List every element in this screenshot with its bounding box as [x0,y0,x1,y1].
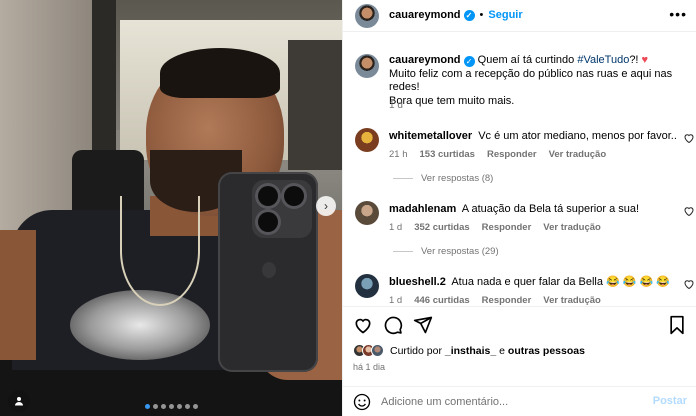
view-replies[interactable]: Ver respostas (8) [393,173,493,184]
add-comment-bar: Postar [343,386,696,416]
photo-phone-logo [262,262,276,278]
reply-button[interactable]: Responder [487,149,537,160]
photo-arm [0,230,36,360]
view-replies-label[interactable]: Ver respostas (29) [421,246,499,257]
bookmark-icon[interactable] [667,315,687,335]
reply-button[interactable]: Responder [482,295,532,306]
post-action-bar [343,306,696,342]
caption-text: ?! [629,54,642,66]
carousel-dot [185,404,190,409]
liked-by: Curtido por _insthais_ e outras pessoas [353,344,585,357]
heart-icon[interactable] [683,132,695,144]
comment-text: A atuação da Bela tá superior a sua! [461,203,640,215]
caption-text: Quem aí tá curtindo [477,54,578,66]
divider [393,178,413,179]
share-icon[interactable] [413,315,433,335]
translate-button[interactable]: Ver tradução [543,295,601,306]
heart-icon[interactable] [683,278,695,290]
verified-badge-icon: ✓ [463,9,475,21]
divider [393,251,413,252]
photo-phone-camera [252,180,312,238]
avatar[interactable] [355,274,379,298]
photo-shirt-print [70,290,210,360]
comment-username[interactable]: whitemetallover [389,130,472,142]
avatar[interactable] [355,128,379,152]
comment-username[interactable]: blueshell.2 [389,276,446,288]
carousel-dot [177,404,182,409]
hashtag-link[interactable]: #ValeTudo [577,54,629,66]
comment-text: Vc é um ator mediano, menos por favor.. [478,130,677,142]
carousel-next-button[interactable]: › [316,196,336,216]
translate-button[interactable]: Ver tradução [543,222,601,233]
heart-icon[interactable] [683,205,695,217]
comment-likes[interactable]: 153 curtidas [420,149,475,160]
post-photo[interactable]: › [0,0,342,416]
follow-button[interactable]: Seguir [488,9,522,21]
photo-necklace [120,196,200,306]
heart-emoji-icon: ♥ [641,54,649,66]
comment-icon[interactable] [383,315,403,335]
comment-time[interactable]: 21 h [389,149,408,160]
avatar[interactable] [355,54,379,78]
comment-likes[interactable]: 352 curtidas [414,222,469,233]
carousel-dot [145,404,150,409]
photo-hair [160,48,280,98]
comment-input[interactable] [381,393,631,411]
carousel-dot [153,404,158,409]
reply-button[interactable]: Responder [482,222,532,233]
avatar[interactable] [355,4,379,28]
chevron-right-icon: › [324,199,328,213]
comment-item: madahlenam A atuação da Bela tá superior… [343,201,696,241]
comment-time[interactable]: 1 d [389,295,402,306]
avatar[interactable] [355,201,379,225]
heart-icon[interactable] [353,315,373,335]
liked-by-prefix: Curtido por [390,344,445,357]
post-header: cauareymond ✓ • Seguir ••• [343,0,696,32]
caption-text: Muito feliz com a recepção do público na… [389,67,673,94]
post-timestamp[interactable]: há 1 dia [353,362,385,372]
view-replies[interactable]: Ver respostas (29) [393,246,499,257]
carousel-dots [145,404,198,409]
post-comment-button[interactable]: Postar [653,395,687,407]
comment-username[interactable]: madahlenam [389,203,456,215]
liked-by-others[interactable]: outras pessoas [508,345,585,357]
comment-item: whitemetallover Vc é um ator mediano, me… [343,128,696,168]
comment-time[interactable]: 1 d [389,222,402,233]
post-side-panel: cauareymond ✓ • Seguir ••• cauareymond ✓… [342,0,696,416]
photo-background [288,40,342,170]
comment-text: Atua nada e quer falar da Bella 😂 😂 😂 😂 [451,276,670,288]
more-options-icon[interactable]: ••• [669,6,687,22]
liked-by-user[interactable]: _insthais_ [445,345,496,357]
smiley-icon[interactable] [353,393,371,411]
separator: • [479,9,484,21]
user-tag-icon [15,397,23,406]
comment-likes[interactable]: 446 curtidas [414,295,469,306]
carousel-dot [193,404,198,409]
view-replies-label[interactable]: Ver respostas (8) [421,173,493,184]
caption-username[interactable]: cauareymond [389,54,461,66]
liked-by-middle: e [496,344,508,357]
verified-badge-icon: ✓ [463,56,475,67]
avatar [371,344,384,357]
carousel-dot [161,404,166,409]
caption-timestamp[interactable]: 1 d [389,100,403,111]
caption-text: Bora que tem muito mais. [389,94,515,107]
photo-background [92,0,116,150]
translate-button[interactable]: Ver tradução [549,149,607,160]
carousel-dot [169,404,174,409]
post-author-username[interactable]: cauareymond [389,9,461,21]
user-tag-button[interactable] [8,390,30,412]
